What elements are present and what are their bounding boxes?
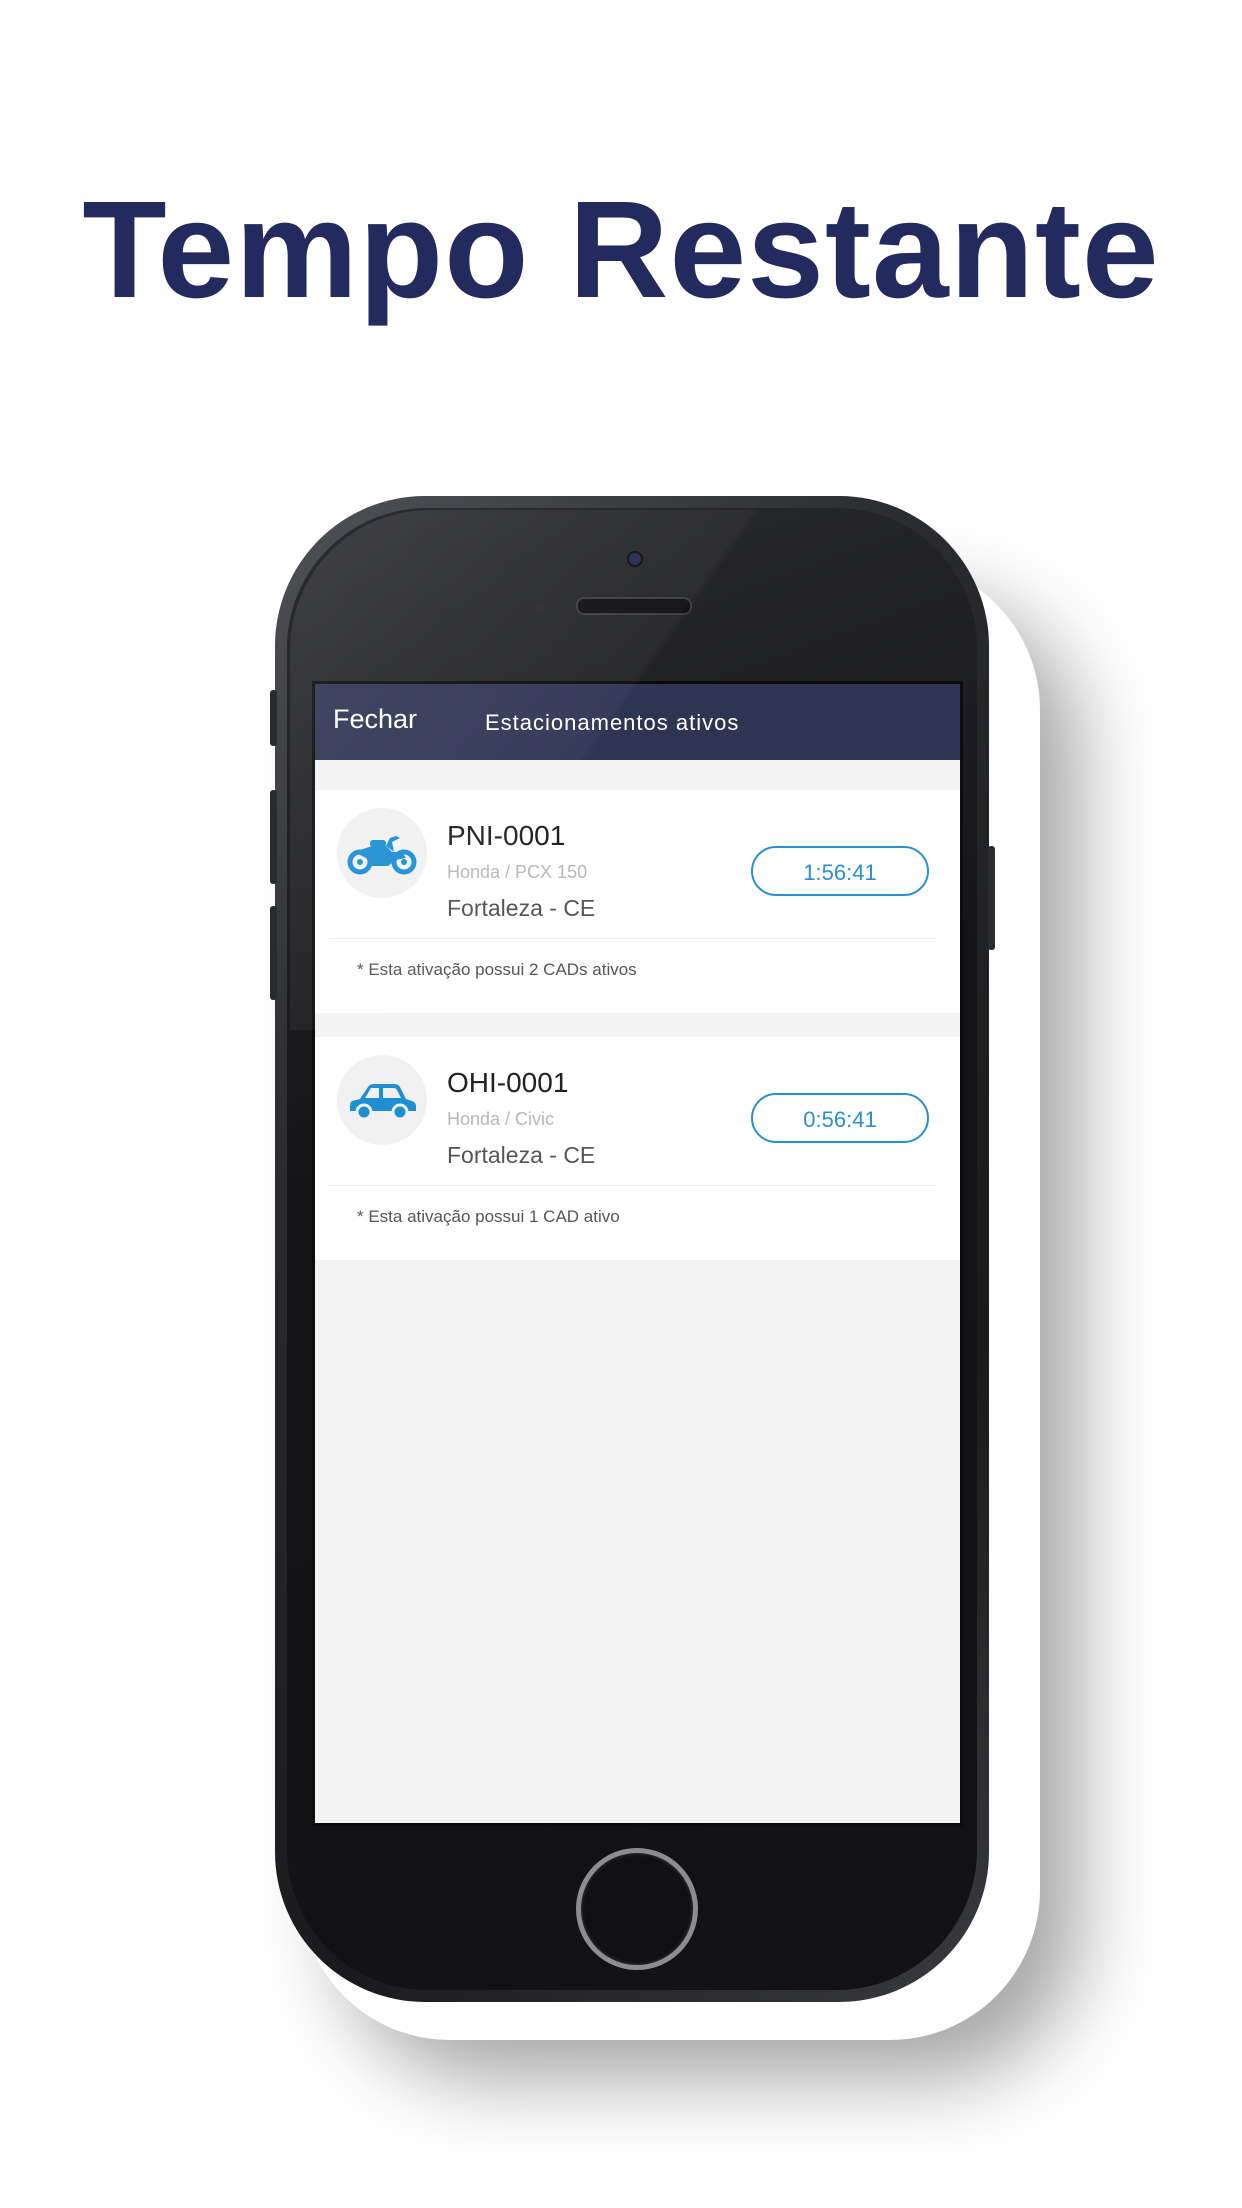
time-remaining[interactable]: 0:56:41 xyxy=(751,1093,929,1143)
parking-city: Fortaleza - CE xyxy=(447,1142,596,1168)
cad-note: * Esta ativação possui 2 CADs ativos xyxy=(357,960,637,979)
app-screen: Fechar Estacionamentos ativos PNI-0001 H… xyxy=(312,681,963,1826)
home-button[interactable] xyxy=(576,1848,698,1970)
nav-title: Estacionamentos ativos xyxy=(485,710,740,735)
parking-card[interactable]: PNI-0001 Honda / PCX 150 Fortaleza - CE … xyxy=(315,790,960,1013)
page-headline: Tempo Restante xyxy=(82,173,1160,327)
volume-down-button xyxy=(270,906,277,1000)
front-camera xyxy=(627,551,643,567)
vehicle-avatar xyxy=(337,808,427,898)
vehicle-avatar xyxy=(337,1055,427,1145)
power-button xyxy=(988,846,995,950)
close-button[interactable]: Fechar xyxy=(333,704,417,735)
parking-city: Fortaleza - CE xyxy=(447,895,596,921)
card-divider xyxy=(329,938,936,939)
card-divider xyxy=(329,1185,936,1186)
vehicle-plate: PNI-0001 xyxy=(447,820,566,851)
parking-card[interactable]: OHI-0001 Honda / Civic Fortaleza - CE 0:… xyxy=(315,1037,960,1260)
vehicle-model: Honda / Civic xyxy=(447,1109,555,1129)
motorcycle-icon xyxy=(347,836,417,875)
mute-switch xyxy=(270,690,277,746)
cad-note: * Esta ativação possui 1 CAD ativo xyxy=(357,1207,620,1226)
volume-up-button xyxy=(270,790,277,884)
time-remaining[interactable]: 1:56:41 xyxy=(751,846,929,896)
earpiece-speaker xyxy=(576,597,692,615)
proximity-sensor xyxy=(537,604,545,612)
vehicle-model: Honda / PCX 150 xyxy=(447,862,588,882)
navigation-bar: Fechar Estacionamentos ativos xyxy=(315,684,960,760)
vehicle-plate: OHI-0001 xyxy=(447,1067,569,1098)
car-icon xyxy=(350,1084,416,1121)
